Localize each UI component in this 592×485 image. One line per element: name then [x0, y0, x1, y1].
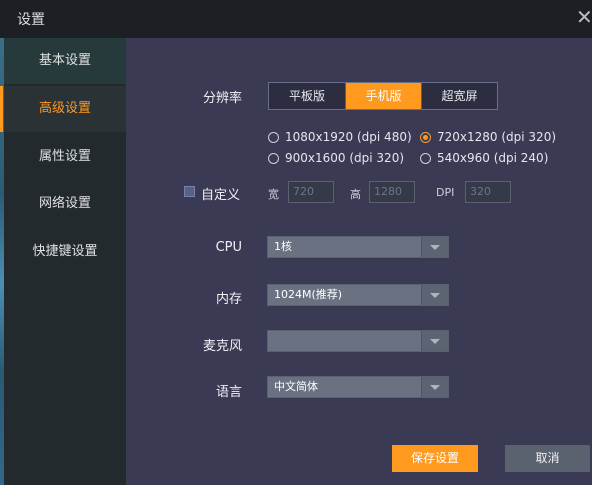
- resolution-option-1080x1920[interactable]: 1080x1920 (dpi 480): [268, 130, 412, 144]
- resolution-option-540x960[interactable]: 540x960 (dpi 240): [420, 151, 548, 165]
- radio-icon: [268, 131, 279, 143]
- cpu-select[interactable]: 1核: [267, 236, 449, 258]
- sidebar-item-shortcuts[interactable]: 快捷键设置: [4, 229, 126, 275]
- chevron-down-icon: [421, 377, 448, 397]
- memory-value: 1024M(推荐): [274, 288, 343, 301]
- sidebar-item-basic[interactable]: 基本设置: [4, 38, 126, 84]
- chevron-down-icon: [421, 237, 448, 257]
- cpu-label: CPU: [215, 240, 242, 255]
- mode-tablet-button[interactable]: 平板版: [269, 83, 345, 109]
- sidebar-item-properties[interactable]: 属性设置: [4, 134, 126, 180]
- title-bar: 设置 ✕: [0, 0, 592, 38]
- language-label: 语言: [215, 385, 242, 400]
- window-title: 设置: [17, 12, 45, 28]
- memory-label: 内存: [215, 292, 242, 307]
- custom-height-input[interactable]: 1280: [369, 181, 415, 203]
- custom-dpi-input[interactable]: 320: [465, 181, 511, 203]
- language-select[interactable]: 中文简体: [267, 376, 449, 398]
- radio-label: 900x1600 (dpi 320): [285, 151, 405, 165]
- chevron-down-icon: [421, 285, 448, 305]
- mode-phone-button[interactable]: 手机版: [345, 83, 421, 109]
- height-label: 高: [350, 188, 361, 201]
- custom-resolution-checkbox[interactable]: [184, 186, 195, 197]
- radio-label: 540x960 (dpi 240): [437, 151, 549, 165]
- mode-ultrawide-button[interactable]: 超宽屏: [421, 83, 497, 109]
- cancel-button[interactable]: 取消: [505, 445, 590, 472]
- cpu-value: 1核: [274, 240, 292, 253]
- resolution-option-900x1600[interactable]: 900x1600 (dpi 320): [268, 151, 404, 165]
- resolution-option-720x1280[interactable]: 720x1280 (dpi 320): [420, 130, 556, 144]
- custom-label: 自定义: [201, 188, 241, 203]
- radio-checked-icon: [420, 131, 431, 143]
- microphone-select[interactable]: [267, 330, 449, 352]
- radio-icon: [420, 152, 431, 164]
- width-label: 宽: [268, 188, 279, 201]
- close-icon[interactable]: ✕: [576, 6, 592, 28]
- chevron-down-icon: [421, 331, 448, 351]
- sidebar-item-network[interactable]: 网络设置: [4, 181, 126, 227]
- microphone-label: 麦克风: [202, 339, 242, 354]
- sidebar: 基本设置 高级设置 属性设置 网络设置 快捷键设置: [0, 38, 126, 485]
- resolution-label: 分辨率: [202, 91, 242, 106]
- sidebar-item-advanced[interactable]: 高级设置: [0, 86, 126, 132]
- memory-select[interactable]: 1024M(推荐): [267, 284, 449, 306]
- resolution-mode-switch: 平板版 手机版 超宽屏: [268, 82, 498, 110]
- radio-label: 1080x1920 (dpi 480): [285, 130, 412, 144]
- radio-icon: [268, 152, 279, 164]
- language-value: 中文简体: [274, 380, 318, 393]
- radio-label: 720x1280 (dpi 320): [437, 130, 557, 144]
- save-settings-button[interactable]: 保存设置: [392, 445, 478, 472]
- custom-width-input[interactable]: 720: [288, 181, 334, 203]
- dpi-label: DPI: [436, 186, 455, 199]
